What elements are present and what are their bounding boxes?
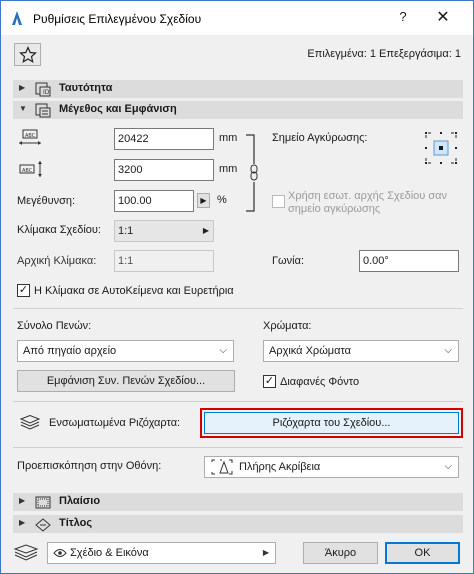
preview-label: Προεπισκόπηση στην Οθόνη:	[17, 460, 162, 472]
pen-set-label: Σύνολο Πενών:	[17, 320, 92, 332]
frame-icon	[35, 496, 51, 509]
scale-text-checkbox[interactable]: ✓	[17, 284, 30, 297]
title-bar: Ρυθμίσεις Επιλεγμένου Σχεδίου ? ✕	[1, 1, 473, 35]
angle-label: Γωνία:	[272, 255, 305, 267]
chevron-right-icon: ▶	[262, 548, 269, 557]
section-title[interactable]: ▶ Τίτλος	[13, 515, 463, 533]
dialog-window: Ρυθμίσεις Επιλεγμένου Σχεδίου ? ✕ Επιλεγ…	[0, 0, 474, 574]
full-accuracy-icon	[211, 459, 233, 475]
favorites-button[interactable]	[14, 43, 41, 66]
chevron-down-icon: ⌵	[444, 345, 452, 356]
use-origin-checkbox[interactable]	[272, 195, 285, 208]
section-size-appearance[interactable]: ▼ Μέγεθος και Εμφάνιση	[13, 101, 463, 119]
pen-set-select[interactable]: Από πηγαίο αρχείο ⌵	[17, 340, 234, 362]
chevron-down-icon: ⌵	[444, 461, 452, 472]
section-frame[interactable]: ▶ Πλαίσιο	[13, 493, 463, 511]
close-button[interactable]: ✕	[433, 7, 453, 27]
link-proportions-icon[interactable]	[244, 134, 258, 212]
star-icon	[19, 46, 37, 64]
original-scale-label: Αρχική Κλίμακα:	[17, 255, 97, 267]
magnification-input[interactable]: 100.00	[114, 190, 194, 212]
use-origin-label: Χρήση εσωτ. αρχής Σχεδίου σαν σημείο αγκ…	[288, 190, 448, 215]
anchor-label: Σημείο Αγκύρωσης:	[272, 132, 368, 144]
section-identity[interactable]: ▶ ID Ταυτότητα	[13, 80, 463, 98]
magnification-label: Μεγέθυνση:	[17, 195, 76, 207]
divider	[13, 308, 463, 309]
colors-select[interactable]: Αρχικά Χρώματα ⌵	[263, 340, 459, 362]
help-button[interactable]: ?	[393, 9, 413, 27]
section-title-label: Τίτλος	[59, 517, 93, 529]
divider	[13, 447, 463, 448]
transparent-bg-checkbox[interactable]: ✓	[263, 375, 276, 388]
angle-input[interactable]: 0.00°	[359, 250, 459, 272]
collapse-triangle-icon: ▼	[19, 104, 27, 113]
original-scale-field: 1:1	[114, 250, 214, 272]
pen-set-value: Από πηγαίο αρχείο	[23, 345, 117, 357]
embedded-label: Ενσωματωμένα Ριζόχαρτα:	[49, 417, 181, 429]
identity-icon: ID	[35, 82, 51, 97]
expand-triangle-icon: ▶	[19, 496, 26, 505]
drawing-scale-label: Κλίμακα Σχεδίου:	[17, 224, 101, 236]
chevron-right-icon: ▶	[202, 226, 209, 235]
expand-triangle-icon: ▶	[19, 83, 26, 92]
preview-select[interactable]: Πλήρης Ακρίβεια ⌵	[204, 456, 459, 478]
colors-label: Χρώματα:	[263, 320, 312, 332]
size-appearance-icon	[35, 103, 51, 118]
layers-icon	[13, 544, 39, 561]
show-pen-sets-button[interactable]: Εμφάνιση Συν. Πενών Σχεδίου...	[17, 370, 235, 392]
width-unit: mm	[219, 132, 238, 144]
layers-icon	[19, 415, 41, 430]
view-filter-select[interactable]: Σχέδιο & Εικόνα ▶	[47, 542, 276, 564]
svg-text:ID: ID	[43, 89, 50, 96]
expand-triangle-icon: ▶	[19, 518, 26, 527]
height-unit: mm	[219, 163, 238, 175]
drawing-scale-value: 1:1	[118, 225, 134, 237]
section-frame-label: Πλαίσιο	[59, 495, 101, 507]
preview-value: Πλήρης Ακρίβεια	[239, 461, 321, 473]
width-input[interactable]: 20422	[114, 128, 214, 150]
width-icon: ABC	[19, 129, 41, 145]
transparent-bg-label: Διαφανές Φόντο	[280, 376, 360, 388]
window-title: Ρυθμίσεις Επιλεγμένου Σχεδίου	[33, 12, 202, 26]
colors-value: Αρχικά Χρώματα	[269, 345, 352, 357]
cancel-button[interactable]: Άκυρο	[303, 542, 378, 564]
eye-icon	[53, 549, 67, 557]
svg-text:ABC: ABC	[22, 168, 33, 174]
magnification-unit: %	[217, 194, 227, 206]
height-input[interactable]: 3200	[114, 159, 214, 181]
embedded-references-button[interactable]: Ριζόχαρτα του Σχεδίου...	[204, 412, 459, 434]
title-icon	[35, 518, 51, 532]
chevron-down-icon: ⌵	[219, 345, 227, 356]
section-identity-label: Ταυτότητα	[59, 82, 113, 94]
anchor-point-selector[interactable]	[423, 130, 459, 166]
drawing-scale-select[interactable]: 1:1 ▶	[114, 220, 214, 242]
archicad-icon	[12, 11, 22, 25]
section-size-appearance-label: Μέγεθος και Εμφάνιση	[59, 103, 177, 115]
ok-button[interactable]: OK	[385, 542, 460, 564]
scale-text-label: Η Κλίμακα σε ΑυτοΚείμενα και Ευρετήρια	[34, 285, 234, 297]
divider	[13, 401, 463, 402]
svg-text:ABC: ABC	[25, 133, 36, 139]
magnification-menu-button[interactable]: ▶	[197, 193, 210, 208]
view-filter-value: Σχέδιο & Εικόνα	[70, 547, 149, 559]
selection-info: Επιλεγμένα: 1 Επεξεργάσιμα: 1	[307, 48, 461, 60]
height-icon: ABC	[19, 161, 42, 177]
